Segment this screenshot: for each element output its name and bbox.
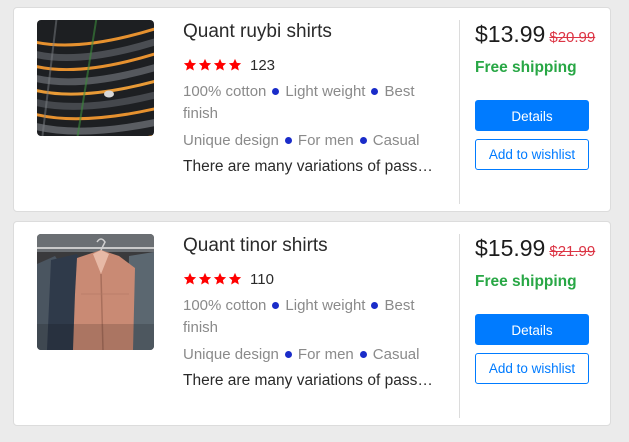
shipping-label: Free shipping (475, 59, 577, 76)
feature-item: Casual (372, 346, 420, 363)
price-row: $13.99 $20.99 (475, 21, 595, 48)
bullet-dot-icon (284, 350, 292, 358)
bullet-dot-icon (371, 87, 379, 95)
feature-item: Unique design (183, 346, 279, 363)
feature-item: Light weight (285, 83, 366, 100)
rating-count: 110 (250, 270, 274, 288)
feature-item: For men (297, 132, 354, 149)
star-icon (183, 272, 197, 285)
divider (459, 234, 460, 418)
feature-item: 100% cotton (183, 297, 267, 314)
add-to-wishlist-button[interactable]: Add to wishlist (475, 353, 589, 384)
product-title[interactable]: Quant tinor shirts (183, 235, 328, 257)
product-image[interactable] (37, 234, 154, 350)
feature-list: Unique design For men Casual (183, 344, 438, 366)
product-price: $15.99 (475, 235, 546, 261)
rating-count: 123 (250, 56, 276, 74)
product-description: There are many variations of passages of… (183, 372, 441, 389)
feature-item: 100% cotton (183, 83, 267, 100)
details-button[interactable]: Details (475, 314, 589, 345)
product-price: $13.99 (475, 21, 546, 47)
bullet-dot-icon (359, 350, 367, 358)
price-row: $15.99 $21.99 (475, 235, 595, 262)
product-title[interactable]: Quant ruybi shirts (183, 21, 332, 43)
feature-list: Unique design For men Casual (183, 130, 438, 152)
product-description: There are many variations of passages of… (183, 158, 441, 175)
rating-stars (183, 58, 242, 72)
feature-list: 100% cotton Light weight Best finish (183, 81, 438, 125)
star-icon (198, 58, 212, 71)
shipping-label: Free shipping (475, 273, 577, 290)
product-card: Quant ruybi shirts 123 100% cotton Light … (13, 7, 611, 212)
feature-item: Light weight (285, 297, 366, 314)
add-to-wishlist-button[interactable]: Add to wishlist (475, 139, 589, 170)
product-rating: 110 (183, 269, 274, 289)
star-icon (198, 272, 212, 285)
star-icon (183, 58, 197, 71)
divider (459, 20, 460, 204)
star-icon (213, 272, 227, 285)
bullet-dot-icon (272, 301, 280, 309)
rating-stars (183, 272, 242, 286)
bullet-dot-icon (284, 136, 292, 144)
star-icon (228, 272, 242, 285)
star-icon (228, 58, 242, 71)
bullet-dot-icon (359, 136, 367, 144)
product-rating: 123 (183, 55, 275, 75)
product-card: Quant tinor shirts 110 100% cotton Light … (13, 221, 611, 426)
old-price: $20.99 (549, 29, 596, 46)
feature-item: Unique design (183, 132, 279, 149)
feature-list: 100% cotton Light weight Best finish (183, 295, 438, 339)
star-icon (213, 58, 227, 71)
old-price: $21.99 (549, 243, 596, 260)
product-image[interactable] (37, 20, 154, 136)
details-button[interactable]: Details (475, 100, 589, 131)
bullet-dot-icon (371, 301, 379, 309)
feature-item: Casual (372, 132, 420, 149)
feature-item: For men (297, 346, 354, 363)
bullet-dot-icon (272, 87, 280, 95)
